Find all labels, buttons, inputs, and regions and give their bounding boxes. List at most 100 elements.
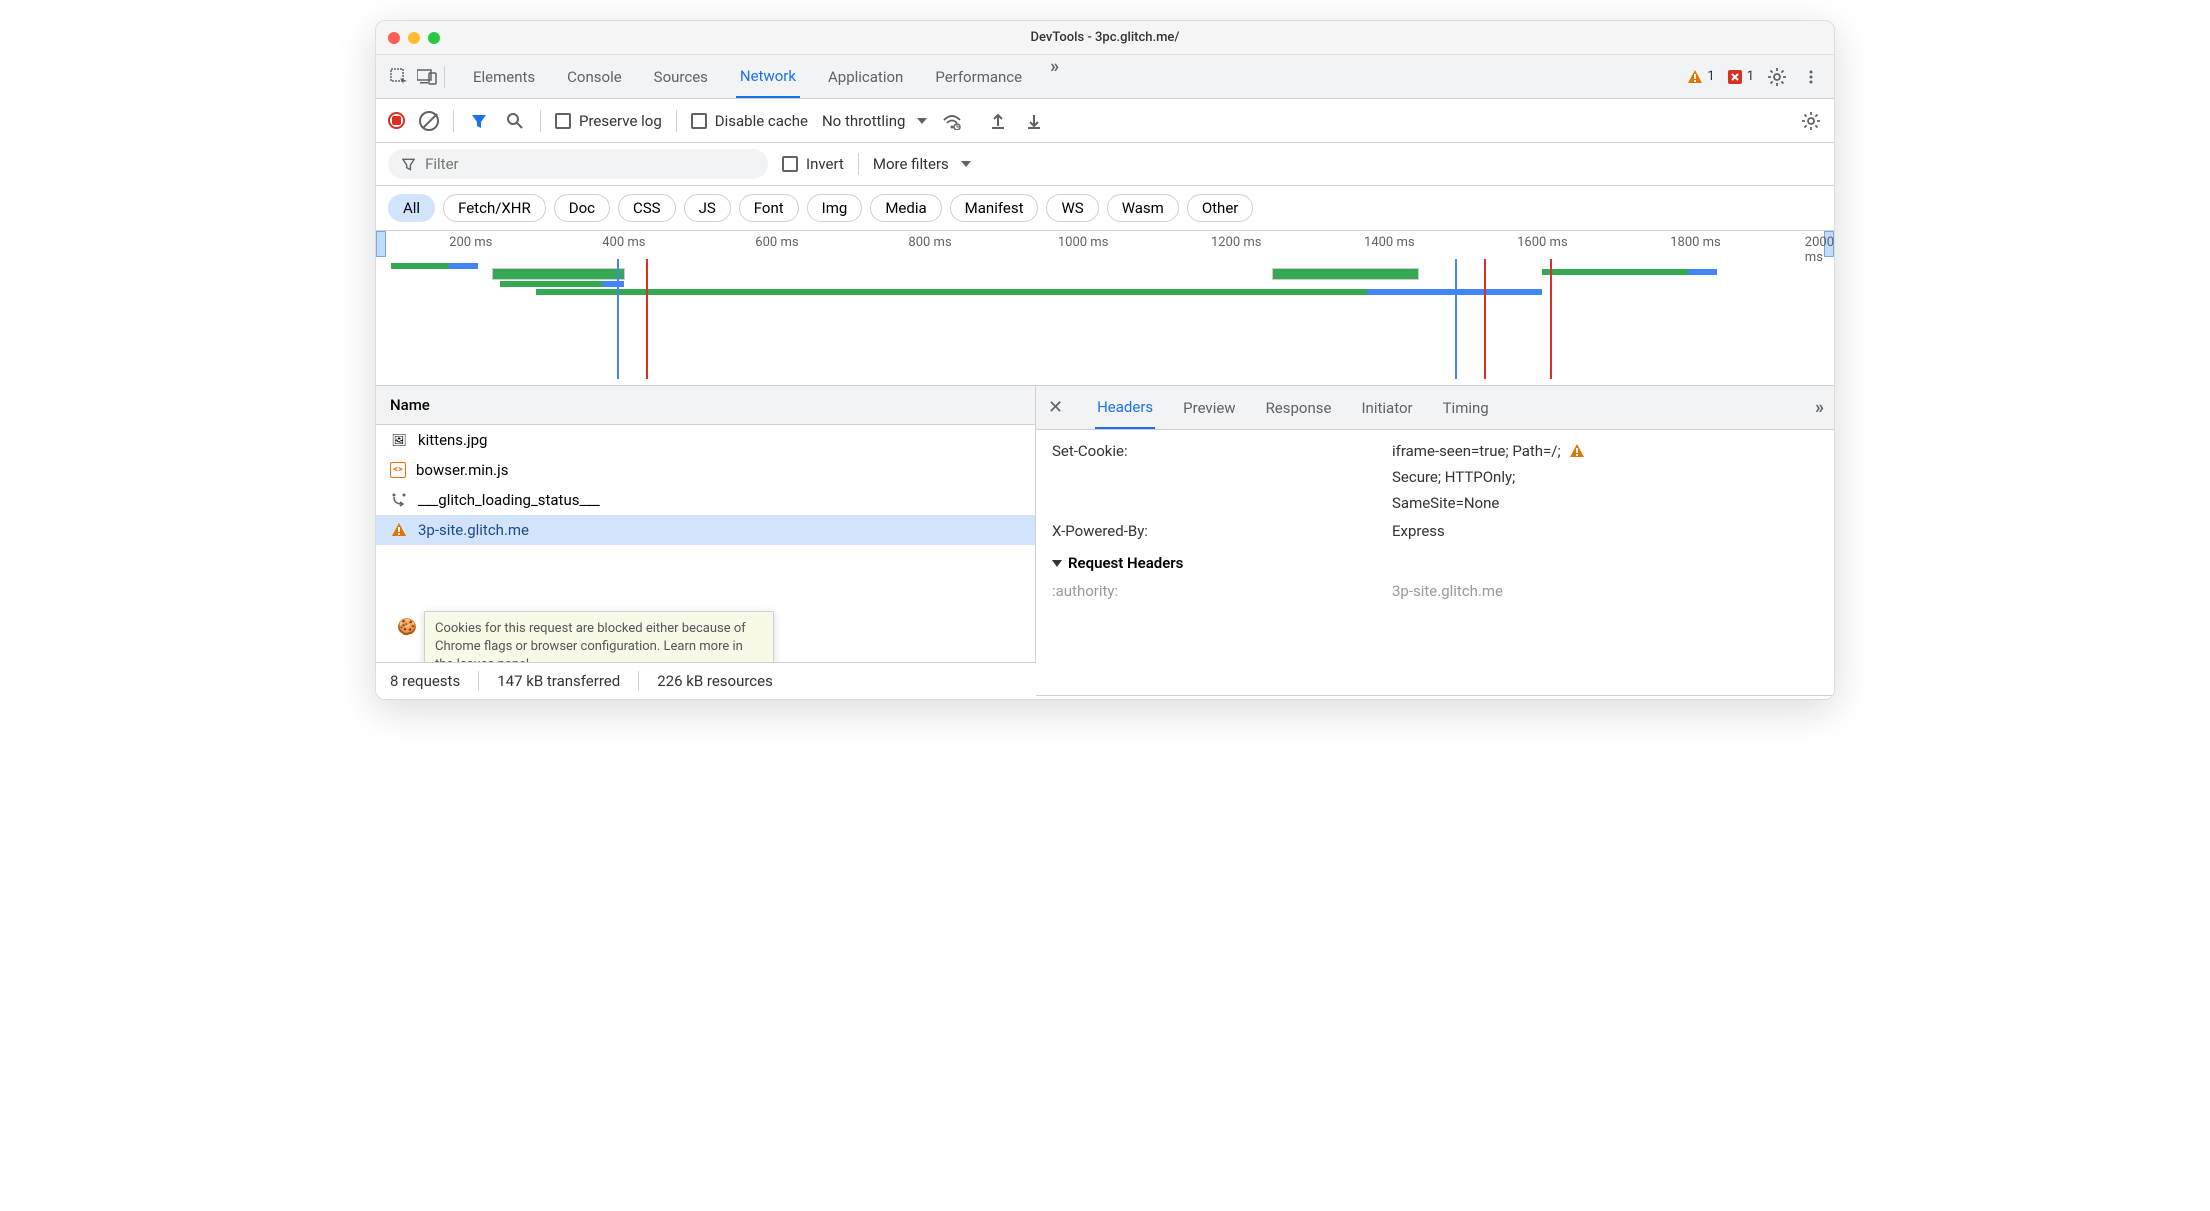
divider (540, 110, 541, 132)
warnings-count: 1 (1707, 69, 1714, 84)
time-label: 1000 ms (1058, 235, 1109, 250)
filter-chip-js[interactable]: JS (684, 194, 731, 222)
tab-performance[interactable]: Performance (931, 56, 1026, 97)
detail-tabs: ✕ Headers Preview Response Initiator Tim… (1036, 386, 1834, 430)
window-title: DevTools - 3pc.glitch.me/ (1031, 30, 1180, 45)
headers-content: Set-Cookie: iframe-seen=true; Path=/; Se… (1036, 430, 1834, 620)
divider (444, 66, 445, 88)
main-toolbar: Elements Console Sources Network Applica… (376, 55, 1834, 99)
header-name: :authority: (1052, 582, 1392, 600)
traffic-lights (388, 32, 440, 44)
tab-initiator[interactable]: Initiator (1359, 388, 1414, 428)
time-label: 1200 ms (1211, 235, 1262, 250)
warnings-badge[interactable]: 1 (1687, 69, 1714, 85)
more-detail-tabs-icon[interactable]: » (1815, 397, 1822, 418)
filter-toggle-icon[interactable] (468, 110, 490, 132)
chevron-down-icon (961, 161, 971, 167)
tab-headers[interactable]: Headers (1095, 387, 1155, 429)
maximize-window-button[interactable] (428, 32, 440, 44)
filter-input[interactable] (388, 149, 768, 179)
tab-response[interactable]: Response (1264, 388, 1334, 428)
filter-chip-fetchxhr[interactable]: Fetch/XHR (443, 194, 546, 222)
disclosure-triangle-icon (1052, 560, 1062, 567)
close-window-button[interactable] (388, 32, 400, 44)
divider (858, 153, 859, 175)
disable-cache-label: Disable cache (715, 112, 808, 130)
request-row[interactable]: ___glitch_loading_status___ (376, 485, 1035, 515)
main-tabs: Elements Console Sources Network Applica… (469, 56, 1681, 97)
time-label: 800 ms (908, 235, 951, 250)
type-filters: All Fetch/XHR Doc CSS JS Font Img Media … (376, 186, 1834, 231)
filter-chip-css[interactable]: CSS (618, 194, 676, 222)
request-headers-section[interactable]: Request Headers (1052, 554, 1818, 572)
filter-chip-img[interactable]: Img (807, 194, 863, 222)
errors-badge[interactable]: 1 (1727, 69, 1754, 85)
throttling-value: No throttling (822, 112, 905, 130)
network-conditions-icon[interactable] (941, 110, 963, 132)
filter-chip-ws[interactable]: WS (1046, 194, 1098, 222)
filter-chip-other[interactable]: Other (1187, 194, 1254, 222)
device-toolbar-icon[interactable] (416, 66, 438, 88)
js-file-icon: <> (390, 462, 406, 478)
minimize-window-button[interactable] (408, 32, 420, 44)
record-button[interactable] (388, 112, 405, 129)
preserve-log-checkbox[interactable]: Preserve log (555, 112, 662, 130)
filter-chip-media[interactable]: Media (870, 194, 941, 222)
transferred-size: 147 kB transferred (497, 672, 620, 690)
filter-chip-all[interactable]: All (388, 194, 435, 222)
invert-label: Invert (806, 155, 844, 173)
tab-preview[interactable]: Preview (1181, 388, 1237, 428)
filter-chip-wasm[interactable]: Wasm (1107, 194, 1179, 222)
filter-row: Invert More filters (376, 143, 1834, 186)
tab-console[interactable]: Console (563, 56, 626, 97)
divider (453, 110, 454, 132)
upload-har-icon[interactable] (987, 110, 1009, 132)
warning-icon (390, 521, 408, 539)
filter-chip-doc[interactable]: Doc (554, 194, 610, 222)
request-row[interactable]: <> bowser.min.js (376, 455, 1035, 485)
header-name: X-Powered-By: (1052, 522, 1392, 540)
waterfall (376, 259, 1834, 379)
disable-cache-checkbox[interactable]: Disable cache (691, 112, 808, 130)
tab-network[interactable]: Network (736, 56, 800, 98)
request-row[interactable]: 3p-site.glitch.me (376, 515, 1035, 545)
request-name: ___glitch_loading_status___ (418, 491, 600, 509)
header-row: :authority: 3p-site.glitch.me (1052, 582, 1818, 600)
divider (676, 110, 677, 132)
filter-chip-font[interactable]: Font (739, 194, 799, 222)
divider (478, 671, 479, 691)
timeline-overview[interactable]: 200 ms 400 ms 600 ms 800 ms 1000 ms 1200… (376, 231, 1834, 386)
clear-button[interactable] (419, 111, 439, 131)
chevron-down-icon (917, 118, 927, 124)
more-filters-dropdown[interactable]: More filters (873, 155, 971, 173)
more-filters-label: More filters (873, 155, 949, 173)
devtools-window: DevTools - 3pc.glitch.me/ Elements Conso… (375, 20, 1835, 700)
request-name: bowser.min.js (416, 461, 508, 479)
header-value: iframe-seen=true; Path=/; Secure; HTTPOn… (1392, 442, 1818, 512)
settings-gear-icon[interactable] (1766, 66, 1788, 88)
time-label: 1600 ms (1517, 235, 1568, 250)
title-bar: DevTools - 3pc.glitch.me/ (376, 21, 1834, 55)
filter-chip-manifest[interactable]: Manifest (950, 194, 1039, 222)
tab-timing[interactable]: Timing (1441, 388, 1491, 428)
header-row: X-Powered-By: Express (1052, 522, 1818, 540)
network-toolbar: Preserve log Disable cache No throttling (376, 99, 1834, 143)
request-row[interactable]: 🖼 kittens.jpg (376, 425, 1035, 455)
tab-elements[interactable]: Elements (469, 56, 539, 97)
more-tabs-chevron-icon[interactable]: » (1050, 56, 1057, 97)
more-menu-icon[interactable] (1800, 66, 1822, 88)
invert-checkbox[interactable]: Invert (782, 155, 844, 173)
filter-text-input[interactable] (425, 155, 754, 173)
header-value: 3p-site.glitch.me (1392, 582, 1818, 600)
tab-application[interactable]: Application (824, 56, 907, 97)
tab-sources[interactable]: Sources (650, 56, 712, 97)
cookie-icon: 🍪 (397, 616, 417, 638)
inspect-element-icon[interactable] (388, 66, 410, 88)
funnel-icon (402, 157, 415, 171)
search-icon[interactable] (504, 110, 526, 132)
network-settings-gear-icon[interactable] (1800, 110, 1822, 132)
column-header-name[interactable]: Name (376, 386, 1035, 425)
throttling-dropdown[interactable]: No throttling (822, 112, 927, 130)
download-har-icon[interactable] (1023, 110, 1045, 132)
close-detail-button[interactable]: ✕ (1048, 397, 1063, 418)
